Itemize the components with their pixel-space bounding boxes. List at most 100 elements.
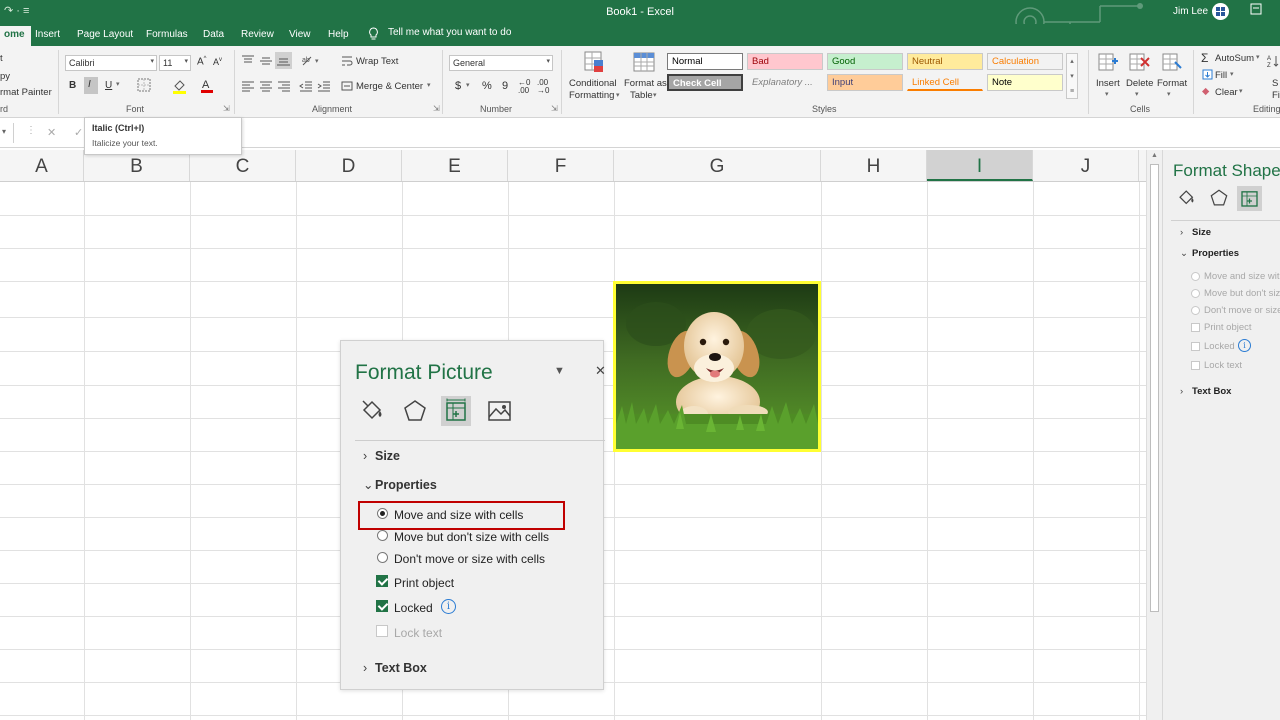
properties-section-header[interactable]: ⌄ Properties xyxy=(1180,248,1239,259)
cell-style-input[interactable]: Input xyxy=(827,74,903,91)
cell-style-explanatory[interactable]: Explanatory ... xyxy=(747,74,823,91)
close-icon[interactable]: ✕ xyxy=(595,363,606,379)
conditional-dropdown-icon[interactable]: ▾ xyxy=(616,91,620,99)
pane-options-chevron-down-icon[interactable]: ▼ xyxy=(554,365,565,377)
shrink-font-icon[interactable]: Av xyxy=(213,57,222,67)
conditional-formatting-button[interactable]: Conditional xyxy=(569,78,617,89)
align-middle-icon[interactable] xyxy=(259,55,273,70)
print-object-label[interactable]: Print object xyxy=(394,576,454,590)
orientation-icon[interactable]: ab ▾ xyxy=(301,54,321,70)
grow-font-icon[interactable]: A^ xyxy=(197,56,207,67)
format-painter-button[interactable]: rmat Painter xyxy=(0,87,52,98)
column-header-i[interactable]: I xyxy=(927,150,1033,181)
column-header-d[interactable]: D xyxy=(296,150,402,181)
copy-button[interactable]: py xyxy=(0,71,10,82)
decrease-decimal-icon[interactable]: .00 →0 xyxy=(537,79,549,95)
wrap-text-button[interactable]: Wrap Text xyxy=(356,56,398,67)
fill-icon[interactable] xyxy=(1202,69,1213,83)
confirm-entry-icon[interactable]: ✓ xyxy=(74,126,83,139)
format-dropdown-icon[interactable]: ▾ xyxy=(1167,90,1171,98)
borders-icon[interactable] xyxy=(137,78,151,95)
align-top-icon[interactable] xyxy=(241,55,255,70)
italic-button[interactable]: I xyxy=(84,77,98,94)
tab-page-layout[interactable]: Page Layout xyxy=(77,29,133,40)
align-center-icon[interactable] xyxy=(259,80,273,95)
size-properties-icon[interactable] xyxy=(1237,186,1262,211)
format-cells-button[interactable]: Format xyxy=(1157,78,1187,89)
column-header-a[interactable]: A xyxy=(0,150,84,181)
avatar[interactable] xyxy=(1212,3,1229,20)
size-section-header[interactable]: › Size xyxy=(1180,227,1211,238)
number-dialog-launcher-icon[interactable]: ⇲ xyxy=(551,104,558,113)
merge-dropdown-icon[interactable]: ▾ xyxy=(427,81,431,89)
user-name[interactable]: Jim Lee xyxy=(1173,6,1208,17)
tell-me-input[interactable]: Tell me what you want to do xyxy=(388,27,511,38)
align-bottom-icon[interactable] xyxy=(275,52,292,69)
effects-pentagon-icon[interactable] xyxy=(1209,188,1229,211)
increase-decimal-icon[interactable]: ←0.00 xyxy=(518,79,530,95)
cell-style-calculation[interactable]: Calculation xyxy=(987,53,1063,70)
cell-style-note[interactable]: Note xyxy=(987,74,1063,91)
size-properties-icon[interactable] xyxy=(441,396,471,426)
conditional-formatting-icon[interactable] xyxy=(583,50,605,77)
currency-button[interactable]: $ xyxy=(455,80,461,92)
locked-label[interactable]: Locked xyxy=(394,601,433,615)
effects-pentagon-icon[interactable] xyxy=(402,398,428,427)
wrap-text-icon[interactable] xyxy=(341,55,353,70)
autosum-button[interactable]: AutoSum xyxy=(1215,53,1254,64)
merge-center-icon[interactable] xyxy=(341,80,353,95)
underline-dropdown-icon[interactable]: ▾ xyxy=(116,80,120,88)
tab-review[interactable]: Review xyxy=(241,29,274,40)
cell-style-bad[interactable]: Bad xyxy=(747,53,823,70)
percent-button[interactable]: % xyxy=(482,80,492,92)
fill-line-icon[interactable] xyxy=(360,398,386,427)
column-header-e[interactable]: E xyxy=(402,150,508,181)
autosum-icon[interactable]: Σ xyxy=(1201,51,1208,65)
cancel-entry-icon[interactable]: ✕ xyxy=(47,126,56,139)
cell-style-neutral[interactable]: Neutral xyxy=(907,53,983,70)
sort-filter-button[interactable]: S xyxy=(1272,78,1278,89)
picture-icon[interactable] xyxy=(486,398,512,427)
delete-cells-icon[interactable] xyxy=(1128,52,1150,75)
currency-dropdown-icon[interactable]: ▾ xyxy=(466,81,470,89)
bold-button[interactable]: B xyxy=(69,80,76,91)
styles-gallery-scroll[interactable]: ▴ ▾ ≡ xyxy=(1066,53,1078,99)
sort-filter-icon[interactable]: AZ xyxy=(1267,54,1279,71)
fill-button[interactable]: Fill xyxy=(1215,70,1227,81)
option-move-not-size-label[interactable]: Move but don't size with cells xyxy=(394,530,549,544)
number-format-select[interactable]: General ▾ xyxy=(449,55,553,71)
format-as-table-button[interactable]: Format as xyxy=(624,78,667,89)
radio-move-not-size[interactable] xyxy=(377,530,388,541)
clear-button[interactable]: Clear xyxy=(1215,87,1238,98)
puppy-picture[interactable] xyxy=(613,281,821,452)
tab-insert[interactable]: Insert xyxy=(35,29,60,40)
option-dont-move-label[interactable]: Don't move or size with cells xyxy=(394,552,545,566)
text-box-section-header[interactable]: › Text Box xyxy=(363,661,427,675)
insert-cells-icon[interactable] xyxy=(1097,52,1119,75)
tab-formulas[interactable]: Formulas xyxy=(146,29,188,40)
font-color-icon[interactable]: A xyxy=(200,77,214,96)
size-section-header[interactable]: › Size xyxy=(363,449,400,463)
decrease-indent-icon[interactable] xyxy=(299,80,313,95)
comma-button[interactable]: 9 xyxy=(502,80,508,92)
fill-dropdown-icon[interactable]: ▾ xyxy=(1230,70,1234,78)
column-header-j[interactable]: J xyxy=(1033,150,1139,181)
scroll-thumb[interactable] xyxy=(1150,164,1159,612)
font-name-select[interactable]: Calibri ▾ xyxy=(65,55,157,71)
eraser-icon[interactable]: ◆ xyxy=(1202,86,1209,97)
radio-dont-move[interactable] xyxy=(377,552,388,563)
text-box-section-header[interactable]: › Text Box xyxy=(1180,386,1231,397)
autosum-dropdown-icon[interactable]: ▾ xyxy=(1256,53,1260,61)
clear-dropdown-icon[interactable]: ▾ xyxy=(1239,87,1243,95)
merge-center-button[interactable]: Merge & Center xyxy=(356,81,423,92)
print-object-checkbox[interactable] xyxy=(376,575,388,587)
align-right-icon[interactable] xyxy=(277,80,291,95)
format-table-dropdown-icon[interactable]: ▾ xyxy=(653,91,657,99)
tab-help[interactable]: Help xyxy=(328,29,349,40)
align-left-icon[interactable] xyxy=(241,80,255,95)
vertical-scrollbar[interactable]: ▲ xyxy=(1146,150,1162,720)
cut-button[interactable]: t xyxy=(0,53,3,64)
fill-color-icon[interactable] xyxy=(172,78,188,97)
tab-view[interactable]: View xyxy=(289,29,311,40)
column-header-h[interactable]: H xyxy=(821,150,927,181)
